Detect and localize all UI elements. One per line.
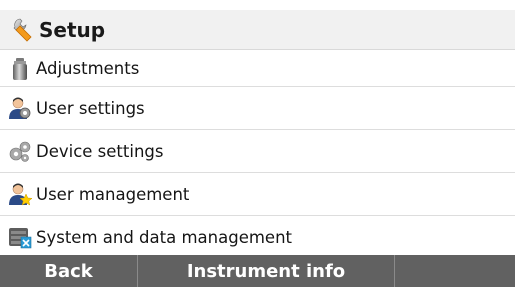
wrench-icon xyxy=(13,18,32,42)
menu-item-label: System and data management xyxy=(36,227,292,247)
menu-item-device-settings[interactable]: Device settings xyxy=(0,130,515,173)
user-settings-icon xyxy=(9,97,31,119)
softkey-bar: Back Instrument info xyxy=(0,255,515,287)
menu-item-label: Device settings xyxy=(36,141,164,161)
setup-screen: Setup Adjustments User settings Device s… xyxy=(0,0,515,287)
page-title: Setup xyxy=(39,17,106,42)
menu-item-label: User management xyxy=(36,184,190,204)
menu-item-user-management[interactable]: User management xyxy=(0,173,515,216)
instrument-info-button[interactable]: Instrument info xyxy=(138,255,395,287)
menu-item-user-settings[interactable]: User settings xyxy=(0,87,515,130)
softkey-empty[interactable] xyxy=(395,255,515,287)
setup-menu: Adjustments User settings Device setting… xyxy=(0,51,515,259)
back-button[interactable]: Back xyxy=(0,255,138,287)
database-icon xyxy=(9,228,32,249)
weight-icon xyxy=(13,57,27,80)
user-management-icon xyxy=(9,183,32,206)
menu-item-label: User settings xyxy=(36,98,145,118)
menu-item-adjustments[interactable]: Adjustments xyxy=(0,51,515,87)
gears-icon xyxy=(9,141,31,162)
menu-item-system-data-management[interactable]: System and data management xyxy=(0,216,515,259)
page-header: Setup xyxy=(0,10,515,50)
menu-item-label: Adjustments xyxy=(36,59,140,78)
